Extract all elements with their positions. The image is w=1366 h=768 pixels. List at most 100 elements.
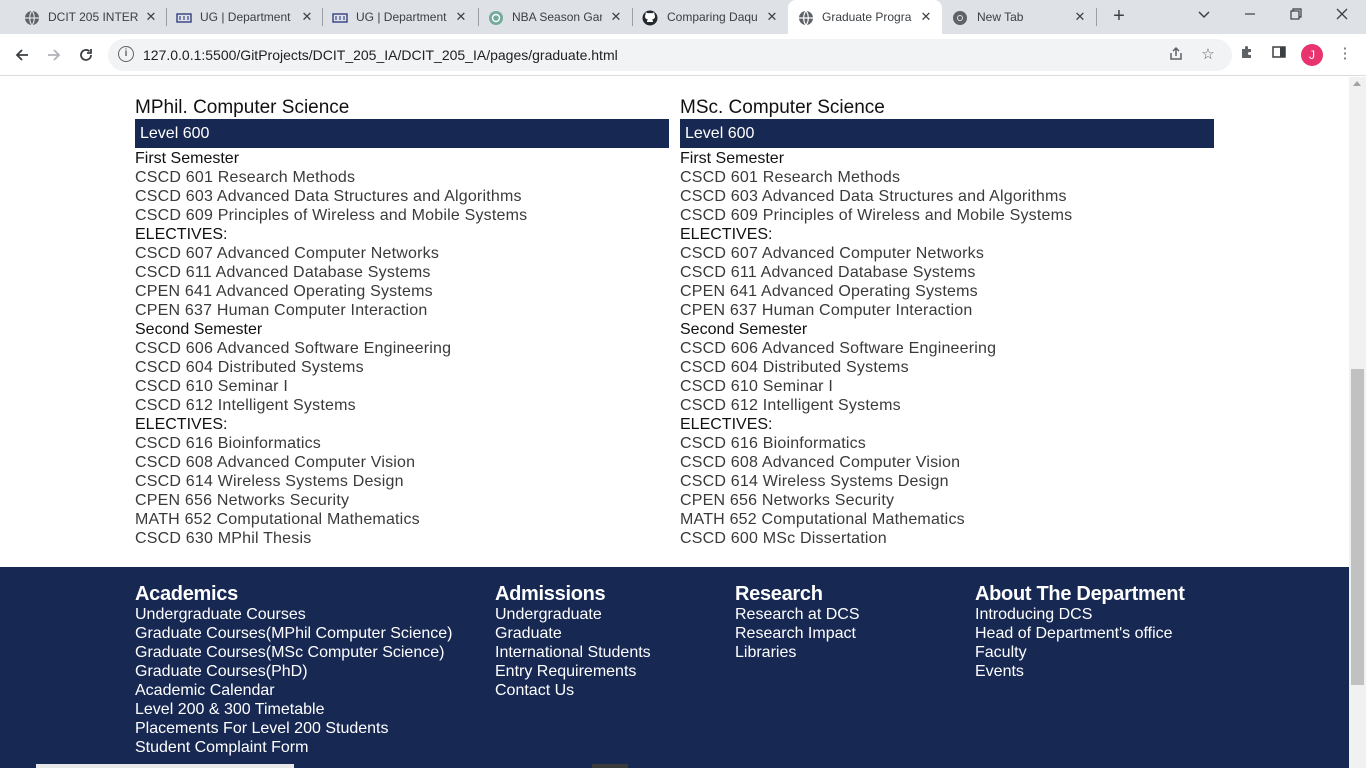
close-window-icon[interactable] <box>1331 6 1353 28</box>
footer-link[interactable]: Undergraduate <box>495 605 651 624</box>
course-list: First Semester CSCD 601 Research Methods… <box>135 149 669 548</box>
tab-6[interactable]: New Tab ✕ <box>942 0 1096 34</box>
menu-kebab-icon[interactable]: ⋮ <box>1335 44 1355 64</box>
footer-link[interactable]: Undergraduate Courses <box>135 605 452 624</box>
site-footer: Academics Undergraduate Courses Graduate… <box>0 567 1349 768</box>
footer-link[interactable]: Academic Calendar <box>135 681 452 700</box>
tab-5-active[interactable]: Graduate Progra ✕ <box>788 0 942 34</box>
browser-toolbar: i 127.0.0.1:5500/GitProjects/DCIT_205_IA… <box>0 34 1366 76</box>
course-item: CSCD 611 Advanced Database Systems <box>680 264 976 281</box>
address-bar[interactable]: i 127.0.0.1:5500/GitProjects/DCIT_205_IA… <box>108 39 1232 71</box>
tab-strip: DCIT 205 INTERI ✕ UG | Department ✕ UG |… <box>0 0 1366 34</box>
course-item: CSCD 608 Advanced Computer Vision <box>680 454 961 471</box>
semester-heading: Second Semester <box>680 321 808 338</box>
restore-icon[interactable] <box>1285 6 1307 28</box>
footer-link[interactable]: Level 200 & 300 Timetable <box>135 700 452 719</box>
footer-link[interactable]: Entry Requirements <box>495 662 651 681</box>
footer-link[interactable]: Graduate <box>495 624 651 643</box>
course-item: CSCD 616 Bioinformatics <box>680 435 866 452</box>
course-item: CSCD 606 Advanced Software Engineering <box>135 340 452 357</box>
course-item: CPEN 656 Networks Security <box>680 492 895 509</box>
footer-link[interactable]: Graduate Courses(MSc Computer Science) <box>135 643 452 662</box>
new-tab-plus-icon[interactable]: + <box>1108 6 1130 28</box>
program-column-mphil: MPhil. Computer Science Level 600 First … <box>135 96 669 548</box>
back-arrow-icon[interactable] <box>10 43 34 67</box>
footer-heading: Admissions <box>495 583 606 605</box>
semester-heading: First Semester <box>135 150 240 167</box>
course-item: MATH 652 Computational Mathematics <box>680 511 965 528</box>
footer-heading: Research <box>735 583 823 605</box>
tab-4[interactable]: Comparing Daqu ✕ <box>632 0 788 34</box>
bottom-divider <box>592 764 628 768</box>
tab-3[interactable]: NBA Season Gar ✕ <box>478 0 632 34</box>
semester-heading: First Semester <box>680 150 785 167</box>
close-tab-icon[interactable]: ✕ <box>918 9 934 25</box>
bottom-divider <box>36 764 294 768</box>
profile-avatar[interactable]: J <box>1301 44 1323 66</box>
close-tab-icon[interactable]: ✕ <box>453 9 469 25</box>
footer-link[interactable]: International Students <box>495 643 651 662</box>
footer-link[interactable]: Placements For Level 200 Students <box>135 719 452 738</box>
tab-search-chevron-icon[interactable] <box>1193 6 1215 28</box>
course-item: CSCD 614 Wireless Systems Design <box>680 473 949 490</box>
close-tab-icon[interactable]: ✕ <box>299 9 315 25</box>
level-bar: Level 600 <box>135 119 669 148</box>
electives-heading: ELECTIVES: <box>135 226 228 243</box>
semester-heading: Second Semester <box>135 321 263 338</box>
course-item: CPEN 641 Advanced Operating Systems <box>680 283 978 300</box>
footer-link[interactable]: Libraries <box>735 643 860 662</box>
tab-2[interactable]: UG | Department ✕ <box>322 0 478 34</box>
footer-heading: About The Department <box>975 583 1185 605</box>
tab-0[interactable]: DCIT 205 INTERI ✕ <box>4 0 166 34</box>
footer-link[interactable]: Contact Us <box>495 681 651 700</box>
course-item: CSCD 614 Wireless Systems Design <box>135 473 404 490</box>
close-tab-icon[interactable]: ✕ <box>143 9 159 25</box>
page-viewport: MPhil. Computer Science Level 600 First … <box>0 77 1349 768</box>
course-item: CSCD 611 Advanced Database Systems <box>135 264 431 281</box>
footer-link[interactable]: Events <box>975 662 1185 681</box>
level-bar: Level 600 <box>680 119 1214 148</box>
footer-link[interactable]: Introducing DCS <box>975 605 1185 624</box>
course-item: MATH 652 Computational Mathematics <box>135 511 420 528</box>
course-item: CPEN 656 Networks Security <box>135 492 350 509</box>
course-item: CSCD 612 Intelligent Systems <box>680 397 901 414</box>
site-info-icon[interactable]: i <box>118 46 134 62</box>
scrollbar-thumb[interactable] <box>1351 369 1364 685</box>
close-tab-icon[interactable]: ✕ <box>608 9 624 25</box>
footer-link[interactable]: Graduate Courses(PhD) <box>135 662 452 681</box>
course-item: CSCD 612 Intelligent Systems <box>135 397 356 414</box>
footer-link[interactable]: Research at DCS <box>735 605 860 624</box>
close-tab-icon[interactable]: ✕ <box>764 9 780 25</box>
side-panel-icon[interactable] <box>1269 44 1289 64</box>
course-item: CSCD 601 Research Methods <box>680 169 901 186</box>
tab-divider <box>1096 8 1097 26</box>
extensions-puzzle-icon[interactable] <box>1237 44 1257 64</box>
scroll-up-arrow-icon[interactable] <box>1353 81 1361 86</box>
footer-link[interactable]: Research Impact <box>735 624 860 643</box>
footer-link[interactable]: Graduate Courses(MPhil Computer Science) <box>135 624 452 643</box>
share-icon[interactable] <box>1167 46 1185 64</box>
minimize-icon[interactable] <box>1239 6 1261 28</box>
footer-link[interactable]: Head of Department's office <box>975 624 1185 643</box>
footer-link[interactable]: Faculty <box>975 643 1185 662</box>
url-text[interactable]: 127.0.0.1:5500/GitProjects/DCIT_205_IA/D… <box>143 47 618 63</box>
course-item: CSCD 604 Distributed Systems <box>680 359 909 376</box>
forward-arrow-icon[interactable] <box>42 43 66 67</box>
vertical-scrollbar[interactable] <box>1349 77 1366 768</box>
bookmark-star-icon[interactable]: ☆ <box>1199 46 1217 64</box>
course-item: CSCD 608 Advanced Computer Vision <box>135 454 416 471</box>
program-column-msc: MSc. Computer Science Level 600 First Se… <box>680 96 1214 548</box>
footer-link[interactable]: Student Complaint Form <box>135 738 452 757</box>
chrome-icon <box>952 10 968 26</box>
course-item: CSCD 609 Principles of Wireless and Mobi… <box>680 207 1073 224</box>
tab-1[interactable]: UG | Department ✕ <box>166 0 322 34</box>
course-item: CPEN 637 Human Computer Interaction <box>135 302 428 319</box>
globe-icon <box>24 10 40 26</box>
course-item: CSCD 606 Advanced Software Engineering <box>680 340 997 357</box>
course-item: CSCD 600 MSc Dissertation <box>680 530 887 547</box>
close-tab-icon[interactable]: ✕ <box>1072 9 1088 25</box>
course-item: CSCD 601 Research Methods <box>135 169 356 186</box>
reload-icon[interactable] <box>74 43 98 67</box>
course-item: CSCD 610 Seminar I <box>135 378 288 395</box>
footer-column-academics: Academics Undergraduate Courses Graduate… <box>135 583 452 757</box>
